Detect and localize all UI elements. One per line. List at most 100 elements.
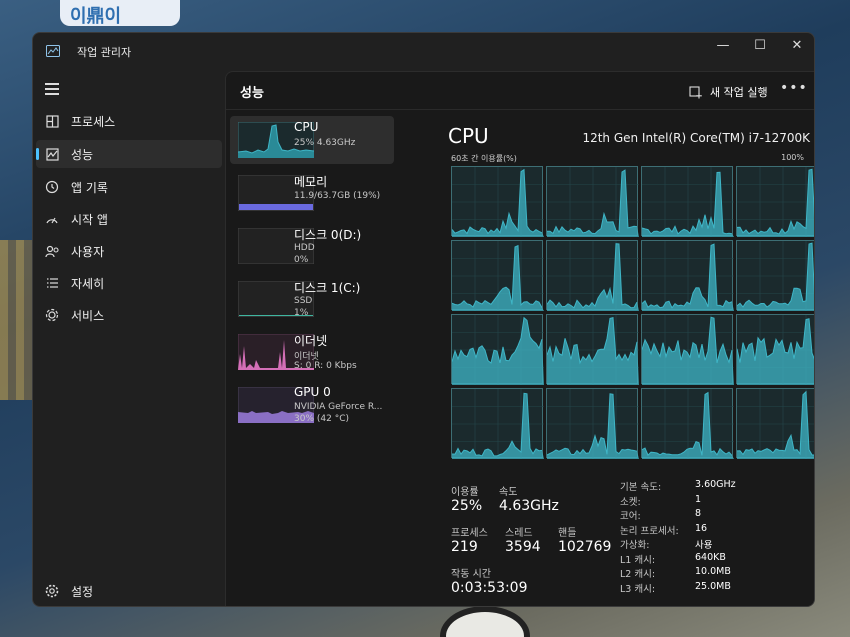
resource-detail: HDD [294, 243, 315, 253]
nav-label: 프로세스 [71, 114, 116, 129]
resource-name: 이더넷 [294, 334, 328, 348]
minimize-button[interactable]: — [705, 33, 741, 57]
spec-label: 기본 속도: [620, 482, 662, 493]
handles-label: 핸들 [558, 528, 577, 539]
resource-detail: SSD [294, 296, 313, 306]
spec-label: 논리 프로세서: [620, 525, 679, 537]
background-object [440, 606, 530, 637]
nav-label: 서비스 [71, 308, 105, 323]
run-new-task-label: 새 작업 실행 [710, 86, 768, 99]
resource-name: 디스크 1(C:) [294, 281, 361, 295]
speed-label: 속도 [499, 487, 518, 498]
speedometer-icon [44, 211, 60, 227]
spec-label: L3 캐시: [620, 583, 656, 595]
main-content: 성능 새 작업 실행 ••• CPU 25% 4.63GHz 메모리 11.9/… [225, 71, 814, 606]
utilization-value: 25% [451, 498, 483, 514]
spec-value: 16 [695, 522, 708, 534]
resource-name: CPU [294, 120, 319, 134]
spec-value: 640KB [695, 551, 726, 563]
spec-label: 소켓: [620, 496, 641, 508]
core-graph [546, 240, 639, 311]
resource-item-cpu[interactable]: CPU 25% 4.63GHz [230, 116, 394, 164]
more-options-icon[interactable]: ••• [780, 80, 808, 96]
resource-name: GPU 0 [294, 385, 331, 399]
core-graph [641, 240, 734, 311]
task-manager-app-icon [46, 45, 60, 57]
resource-item-memory[interactable]: 메모리 11.9/63.7GB (19%) [230, 169, 394, 217]
close-button[interactable]: ✕ [779, 33, 814, 57]
core-graph [451, 166, 544, 237]
speed-value: 4.63GHz [499, 498, 559, 514]
core-graph [736, 166, 814, 237]
nav-item-details[interactable]: 자세히 [36, 269, 222, 297]
spec-value: 8 [695, 508, 702, 519]
sidebar: 프로세스 성능 앱 기록 시작 앱 사용자 자세히 서비스 설정 [33, 71, 225, 606]
resource-detail: 11.9/63.7GB (19%) [294, 191, 381, 201]
cpu-model: 12th Gen Intel(R) Core(TM) i7-12700K [582, 131, 810, 145]
spec-label: L2 캐시: [620, 569, 656, 580]
core-graph [546, 388, 639, 459]
puzzle-icon [44, 307, 60, 323]
title-bar[interactable]: 작업 관리자 — ☐ ✕ [33, 33, 814, 71]
nav-item-startup-apps[interactable]: 시작 앱 [36, 205, 222, 233]
processes-value: 219 [451, 539, 478, 555]
nav-item-services[interactable]: 서비스 [36, 301, 222, 329]
resource-item-disk-0[interactable]: 디스크 0(D:) HDD 0% [230, 222, 394, 270]
performance-icon [44, 146, 60, 162]
graph-caption: 60초 간 이용률(%) [451, 154, 517, 163]
uptime-label: 작동 시간 [451, 569, 491, 580]
new-task-icon [689, 85, 702, 98]
spec-value: 3.60GHz [695, 479, 736, 490]
maximize-button[interactable]: ☐ [742, 33, 778, 57]
window-title: 작업 관리자 [77, 46, 132, 59]
threads-label: 스레드 [505, 528, 533, 539]
nav-item-performance[interactable]: 성능 [36, 140, 222, 168]
nav-label: 시작 앱 [71, 212, 108, 227]
spec-label: 가상화: [620, 540, 650, 551]
users-icon [44, 243, 60, 259]
nav-item-app-history[interactable]: 앱 기록 [36, 173, 222, 201]
spec-label: L1 캐시: [620, 554, 656, 566]
cpu-detail-panel: CPU 12th Gen Intel(R) Core(TM) i7-12700K… [416, 111, 814, 606]
list-icon [44, 275, 60, 291]
resource-detail: 25% 4.63GHz [294, 138, 356, 148]
core-graph [641, 314, 734, 385]
resource-item-ethernet[interactable]: 이더넷 이더넷 S: 0 R: 0 Kbps [230, 328, 394, 376]
core-graph [736, 240, 814, 311]
nav-label: 설정 [71, 584, 94, 599]
page-title: 성능 [240, 86, 264, 101]
core-graph [451, 388, 544, 459]
nav-item-settings[interactable]: 설정 [36, 577, 222, 605]
processes-label: 프로세스 [451, 528, 488, 539]
resource-detail: 30% (42 °C) [294, 414, 349, 424]
resource-item-gpu[interactable]: GPU 0 NVIDIA GeForce R... 30% (42 °C) [230, 381, 394, 429]
task-manager-window: 작업 관리자 — ☐ ✕ 프로세스 성능 앱 기록 시작 앱 사용자 자세히 서… [32, 32, 815, 607]
core-graph [546, 314, 639, 385]
background-stripe [0, 240, 32, 400]
nav-label: 성능 [71, 147, 94, 162]
nav-item-users[interactable]: 사용자 [36, 237, 222, 265]
run-new-task-button[interactable]: 새 작업 실행 [689, 84, 768, 100]
content-header: 성능 새 작업 실행 ••• [226, 72, 814, 110]
spec-label: 코어: [620, 511, 641, 522]
resource-detail: S: 0 R: 0 Kbps [294, 361, 357, 371]
handles-value: 102769 [558, 539, 612, 555]
background-sign: 이鼎이 [60, 0, 180, 27]
core-graph [736, 314, 814, 385]
uptime-value: 0:03:53:09 [451, 580, 528, 596]
gear-icon [44, 583, 60, 599]
nav-label: 사용자 [71, 244, 105, 259]
resource-detail: NVIDIA GeForce R... [294, 402, 383, 412]
core-graph [451, 314, 544, 385]
utilization-label: 이용률 [451, 487, 479, 498]
resource-item-disk-1[interactable]: 디스크 1(C:) SSD 1% [230, 275, 394, 323]
graph-max-label: 100% [781, 153, 804, 162]
detail-title: CPU [448, 124, 489, 148]
nav-item-processes[interactable]: 프로세스 [36, 107, 222, 135]
core-graph [546, 166, 639, 237]
spec-value: 10.0MB [695, 566, 731, 577]
core-graph [736, 388, 814, 459]
spec-value: 25.0MB [695, 580, 731, 592]
hamburger-menu-icon[interactable] [45, 83, 59, 95]
nav-label: 자세히 [71, 276, 105, 291]
